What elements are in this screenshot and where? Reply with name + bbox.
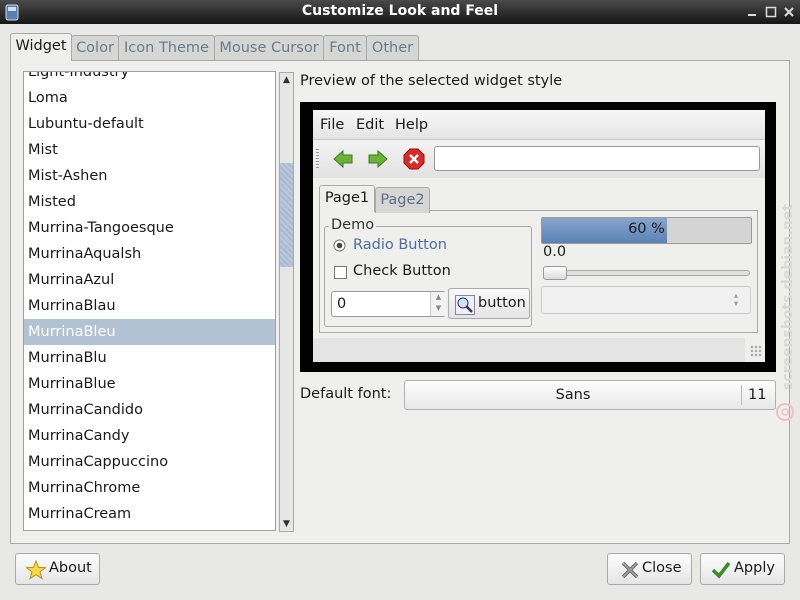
radio-button-label[interactable]: Radio Button xyxy=(353,237,447,253)
list-scrollbar[interactable]: ▲ ▼ xyxy=(279,72,294,532)
list-item[interactable]: MurrinaCream xyxy=(28,501,131,527)
preview-menubar: File Edit Help xyxy=(313,110,765,140)
list-item-selected[interactable]: MurrinaBleu xyxy=(24,319,275,345)
progress-text: 60 % xyxy=(628,221,665,237)
preview-heading: Preview of the selected widget style xyxy=(300,73,563,89)
stop-icon[interactable] xyxy=(403,148,425,170)
about-button[interactable]: About xyxy=(15,553,100,585)
menu-file[interactable]: File xyxy=(320,117,344,133)
toolbar-grip xyxy=(316,149,319,169)
spin-value: 0 xyxy=(337,296,347,312)
combo-arrow-icon: ▴ ▾ xyxy=(734,291,739,308)
menu-help[interactable]: Help xyxy=(395,117,428,133)
apply-button-label: Apply xyxy=(734,560,775,576)
theme-list[interactable]: Light-Industry Loma Lubuntu-default Mist… xyxy=(23,71,276,531)
font-separator xyxy=(741,385,742,405)
scrollbar-thumb[interactable] xyxy=(280,163,293,267)
list-item[interactable]: Loma xyxy=(28,85,68,111)
list-item[interactable]: MurrinaCappuccino xyxy=(28,449,168,475)
preview-tab-page1[interactable]: Page1 xyxy=(319,185,375,212)
list-item[interactable]: MurrinaCandido xyxy=(28,397,143,423)
list-item[interactable]: Mist xyxy=(28,137,58,163)
font-size: 11 xyxy=(748,387,767,403)
font-chooser-button[interactable]: Sans 11 xyxy=(404,380,776,410)
button-label: button xyxy=(478,295,526,311)
minimize-button[interactable] xyxy=(745,5,761,19)
maximize-button[interactable] xyxy=(764,5,780,19)
preview-statusbar xyxy=(313,338,745,362)
default-font-label: Default font: xyxy=(300,386,392,402)
combo-box[interactable]: ▴ ▾ xyxy=(541,286,751,314)
list-item[interactable]: Murrina-Tangoesque xyxy=(28,215,174,241)
tab-color[interactable]: Color xyxy=(71,35,119,60)
menu-edit[interactable]: Edit xyxy=(356,117,384,133)
scale-value: 0.0 xyxy=(543,244,567,260)
list-item[interactable]: MurrinaAzul xyxy=(28,267,114,293)
title-bar[interactable]: Customize Look and Feel xyxy=(0,0,800,24)
demo-frame-label: Demo xyxy=(329,217,377,233)
tab-mouse-cursor[interactable]: Mouse Cursor xyxy=(214,35,324,60)
about-button-label: About xyxy=(49,560,92,576)
slider-trough[interactable] xyxy=(545,270,750,276)
slider-handle[interactable] xyxy=(543,266,567,280)
list-item[interactable]: MurrinaAqualsh xyxy=(28,241,141,267)
list-item[interactable]: Lubuntu-default xyxy=(28,111,144,137)
font-name: Sans xyxy=(555,387,591,403)
list-item[interactable]: MurrinaBlue xyxy=(28,371,116,397)
scroll-up-arrow-icon[interactable]: ▲ xyxy=(280,73,293,87)
close-button-label: Close xyxy=(642,560,682,576)
progress-bar: 60 % xyxy=(541,217,752,244)
preview-button[interactable]: button xyxy=(448,288,530,319)
apply-button[interactable]: Apply xyxy=(700,553,785,585)
preview-tab-page2[interactable]: Page2 xyxy=(375,187,430,213)
checkmark-icon xyxy=(711,560,731,580)
list-item[interactable]: Misted xyxy=(28,189,76,215)
list-item[interactable]: MurrinaCandy xyxy=(28,423,129,449)
tab-icon-theme[interactable]: Icon Theme xyxy=(118,35,215,60)
back-arrow-icon[interactable] xyxy=(332,148,354,170)
forward-arrow-icon[interactable] xyxy=(367,148,389,170)
scroll-down-arrow-icon[interactable]: ▼ xyxy=(280,517,293,531)
list-item[interactable]: Mist-Ashen xyxy=(28,163,107,189)
close-window-button[interactable] xyxy=(782,5,798,19)
tab-other[interactable]: Other xyxy=(366,35,419,60)
check-button-label[interactable]: Check Button xyxy=(353,263,451,279)
tab-font[interactable]: Font xyxy=(323,35,367,60)
watermark-text: screenshots.debian.net xyxy=(780,204,796,390)
watermark: screenshots.debian.net xyxy=(774,180,800,430)
close-icon xyxy=(620,560,640,580)
list-item[interactable]: MurrinaChrome xyxy=(28,475,140,501)
close-button[interactable]: Close xyxy=(607,553,692,585)
window-title: Customize Look and Feel xyxy=(301,3,499,19)
spin-button[interactable]: 0 xyxy=(331,291,446,317)
zoom-icon xyxy=(455,295,475,315)
star-icon xyxy=(25,559,47,580)
list-item[interactable]: Light-Industry xyxy=(28,72,129,85)
toolbar-entry[interactable] xyxy=(434,146,760,171)
list-item[interactable]: MurrinaBlu xyxy=(28,345,107,371)
tab-widget[interactable]: Widget xyxy=(10,33,72,61)
spin-arrows-icon[interactable]: ▲ ▼ xyxy=(430,292,446,316)
resize-grip-icon[interactable] xyxy=(750,345,762,357)
list-item[interactable]: MurrinaBlau xyxy=(28,293,116,319)
checkbox[interactable] xyxy=(334,266,347,279)
radio-icon[interactable] xyxy=(333,239,346,252)
